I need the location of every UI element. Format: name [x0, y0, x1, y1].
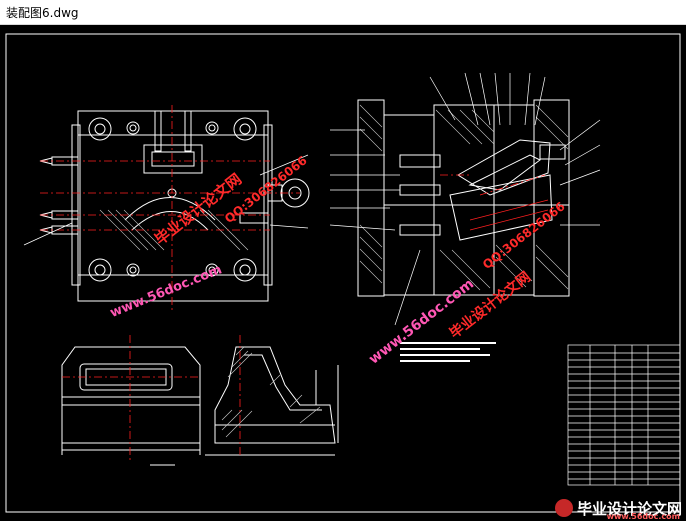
part-section-hatch [221, 346, 321, 438]
logo-url: www.56doc.com [606, 512, 680, 521]
section-view [357, 99, 570, 297]
cad-drawing [5, 33, 681, 513]
technical-notes [400, 342, 496, 362]
section-hatch [359, 104, 569, 291]
logo-icon [554, 499, 573, 517]
window-title: 装配图6.dwg [6, 6, 79, 20]
part-section-view [205, 346, 339, 456]
drawing-canvas[interactable]: 毕业设计论文网 QQ:306826066 www.56doc.com www.5… [0, 25, 686, 521]
top-view [39, 110, 310, 302]
top-view-centerlines [40, 105, 300, 310]
parts-list-table [567, 344, 681, 486]
drawing-frame [5, 33, 681, 513]
part-front-view [61, 346, 201, 466]
title-bar: 装配图6.dwg [0, 0, 686, 25]
